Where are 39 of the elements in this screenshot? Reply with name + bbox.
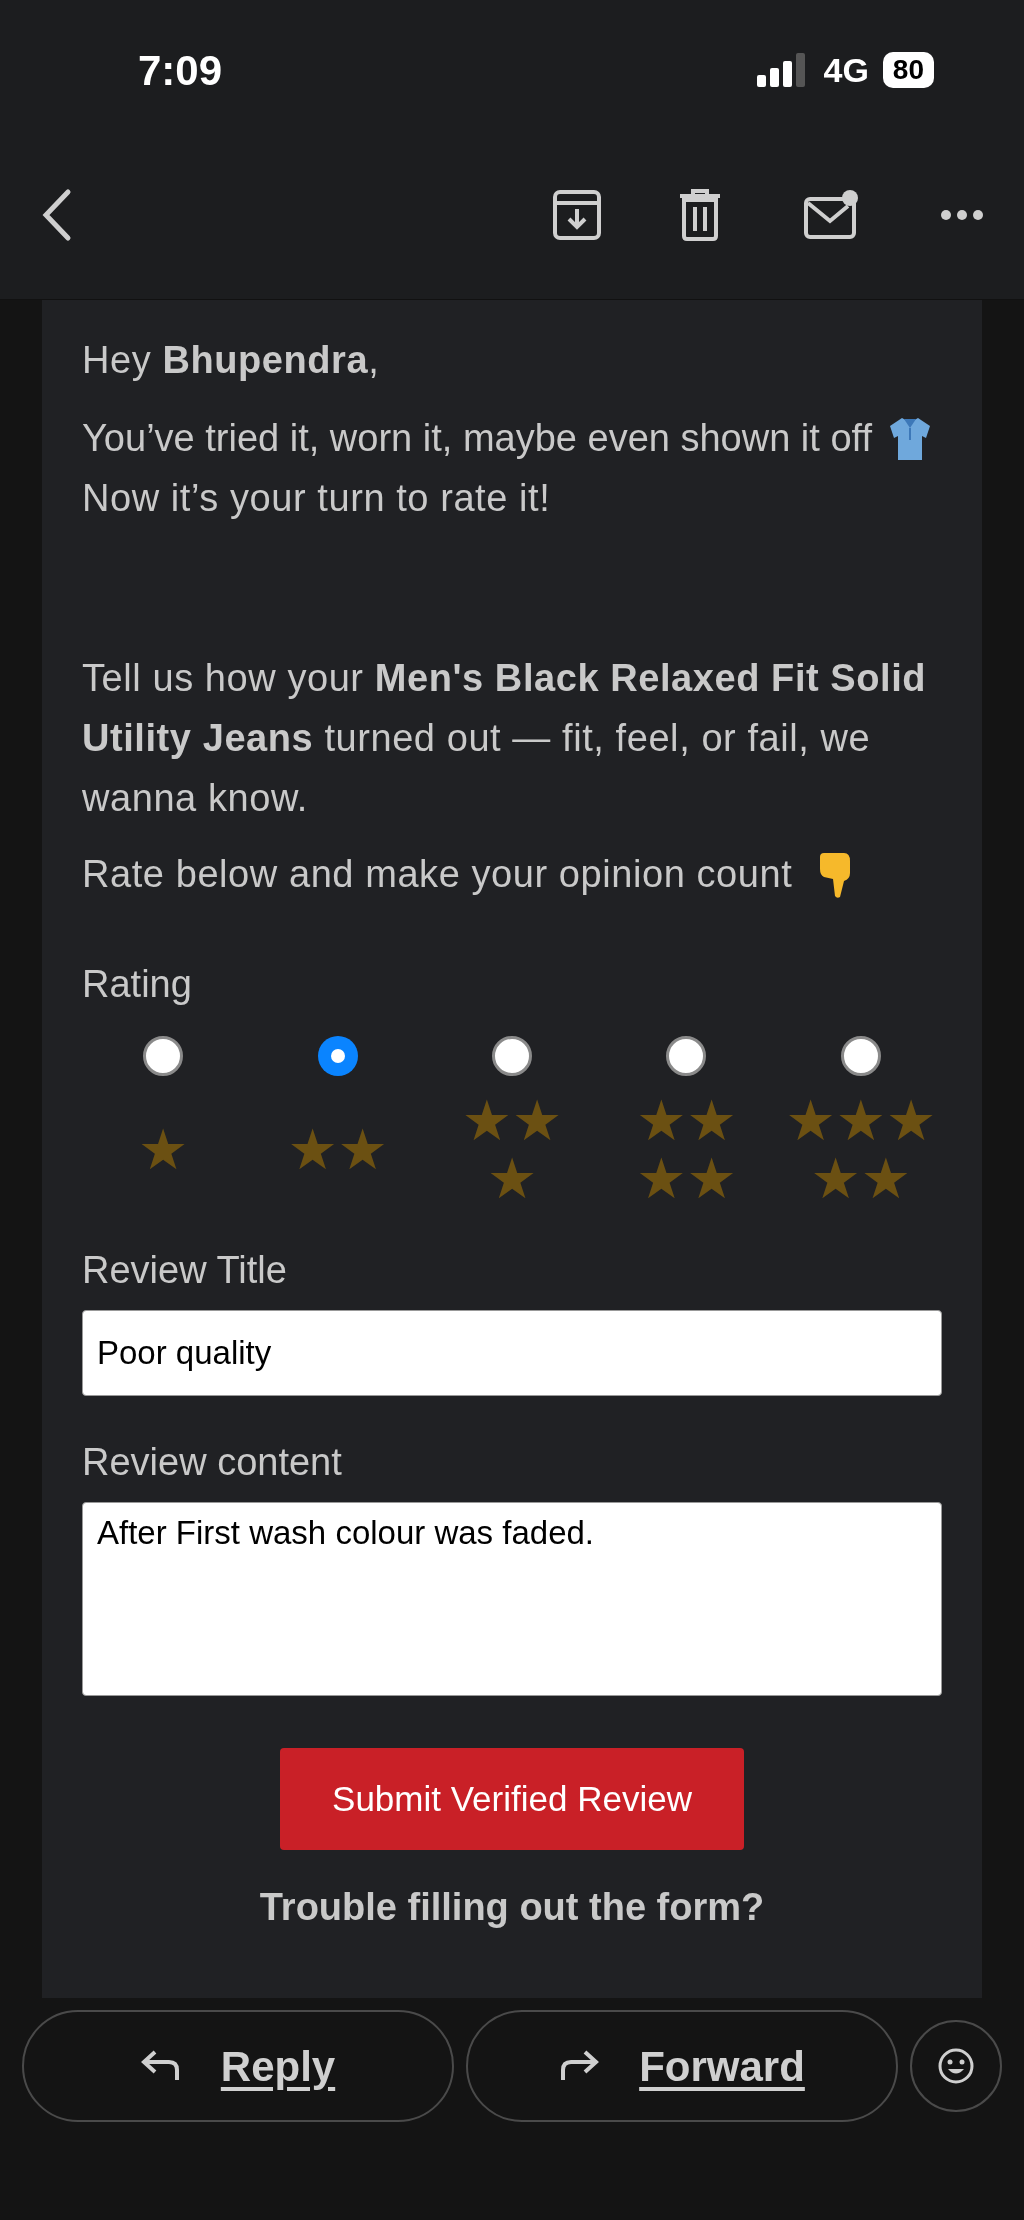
more-button[interactable] [940,208,984,221]
radio-button[interactable] [143,1036,184,1076]
prompt-text: Rate below and make your opinion count [82,852,793,897]
radio-button[interactable] [492,1036,532,1076]
field-label: Review content [82,1440,343,1485]
intro-text: Now it’s your turn to rate it! [82,476,552,521]
star-label: ★★★★★ [784,1092,938,1208]
review-content-field[interactable]: After First wash colour was faded. [82,1502,942,1696]
trash-icon [678,188,722,241]
more-icon [940,208,984,221]
network-label: 4G [823,49,869,91]
submit-button[interactable]: Submit Verified Review [280,1748,744,1850]
star-label: ★★★★ [635,1092,738,1208]
forward-button[interactable]: Forward [466,2010,898,2122]
reply-button[interactable]: Reply [22,2010,454,2122]
star-label: ★ [137,1121,190,1179]
mark-unread-button[interactable] [804,188,860,241]
smiley-icon [938,2048,974,2084]
emoji-button[interactable] [910,2020,1002,2112]
rating-label: Rating [82,962,193,1007]
mail-icon [804,188,860,241]
body-text: Tell us how your Men's Black Relaxed Fit Solid Utility Jeans turned out — fit, feel, or fail, we wanna know. [82,656,928,821]
clock-time: 7:09 [138,45,223,96]
intro-text: You’ve tried it, worn it, maybe even shown it off [82,416,872,461]
reply-icon [140,2050,181,2082]
field-label: Review Title [82,1248,288,1293]
star-label: ★★ [286,1121,389,1179]
battery-level: 80 [882,52,934,88]
delete-button[interactable] [678,188,722,241]
archive-button[interactable] [552,188,602,241]
archive-icon [552,188,602,241]
review-title-field[interactable]: Poor quality [82,1310,942,1396]
star-label: ★★★ [460,1092,564,1208]
radio-button[interactable] [840,1036,881,1076]
radio-button[interactable] [317,1036,358,1076]
radio-button[interactable] [666,1036,707,1076]
help-heading: Trouble filling out the form? [259,1885,765,1930]
greeting-text: Hey Bhupendra, [82,338,381,383]
forward-arrow-icon [559,2050,600,2082]
